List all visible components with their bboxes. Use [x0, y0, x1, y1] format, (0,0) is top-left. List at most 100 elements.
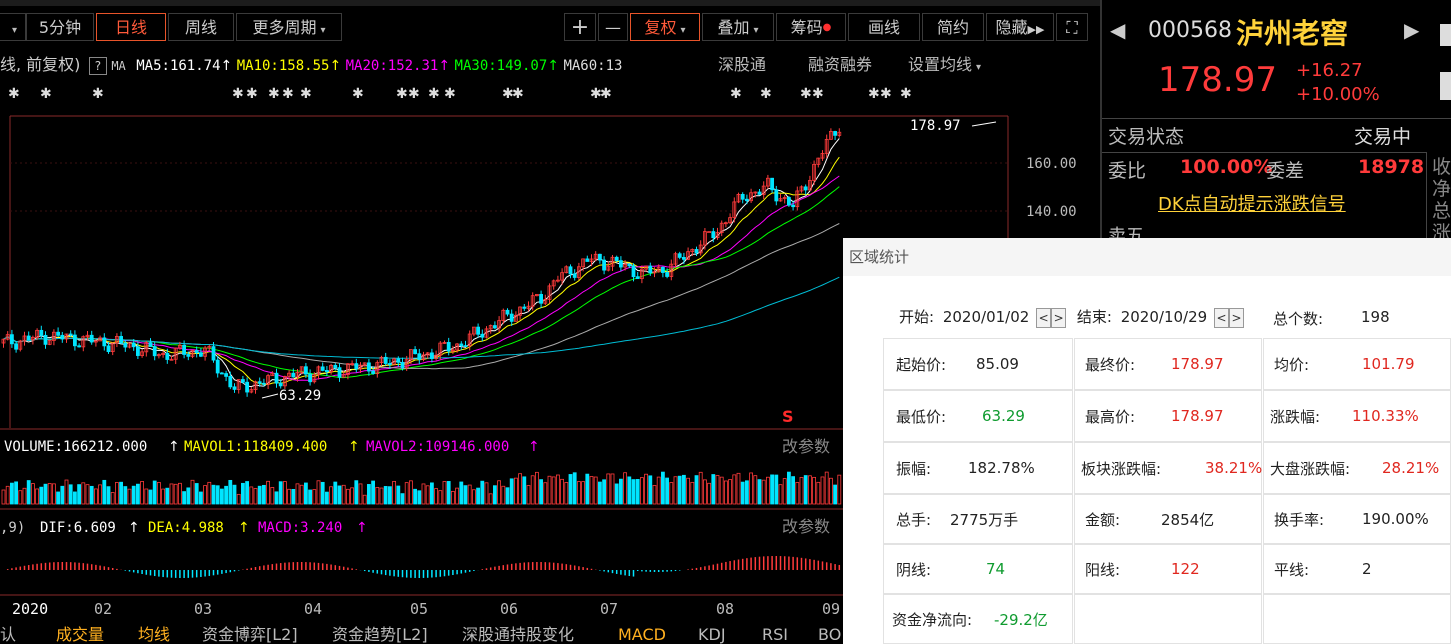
candle-body: [135, 346, 140, 356]
candle-body: [219, 372, 224, 375]
start-prev-button[interactable]: <: [1036, 307, 1052, 328]
candle-body: [400, 361, 405, 369]
volume-bar: [396, 485, 401, 505]
more-periods-dropdown[interactable]: 更多周期 ▾: [236, 13, 342, 41]
tab-hk-holdings[interactable]: 深股通持股变化: [462, 626, 574, 644]
tab-macd[interactable]: MACD: [618, 626, 666, 644]
x-label-03: 03: [194, 600, 212, 618]
next-stock-arrow-icon[interactable]: ▶: [1404, 18, 1419, 42]
volume-bar: [732, 474, 737, 505]
volume-bar: [644, 473, 648, 505]
simple-button[interactable]: 简约: [922, 13, 984, 41]
flat-value: 2: [1362, 560, 1372, 578]
tab-boll[interactable]: BO: [818, 626, 841, 644]
candle-body: [106, 345, 111, 353]
hide-button[interactable]: 隐藏▶▶: [986, 13, 1054, 41]
hk-connect-link[interactable]: 深股通: [718, 52, 766, 78]
volume-bar: [455, 487, 460, 505]
adjust-dropdown[interactable]: 复权 ▾: [630, 13, 700, 41]
candle-body: [568, 266, 573, 275]
start-next-button[interactable]: >: [1051, 307, 1067, 328]
help-icon[interactable]: ?: [88, 57, 107, 75]
candle-body: [614, 256, 619, 261]
volume-bar: [438, 490, 443, 505]
zoom-out-button[interactable]: —: [598, 13, 628, 41]
stat-open: 起始价: 85.09: [883, 338, 1073, 390]
prev-stock-arrow-icon[interactable]: ◀: [1110, 18, 1125, 42]
macd-param-button[interactable]: 改参数: [782, 517, 830, 536]
x-label-05: 05: [410, 600, 428, 618]
adjust-label: 复权: [644, 18, 677, 37]
zoom-in-button[interactable]: +: [564, 13, 596, 41]
end-prev-button[interactable]: <: [1213, 307, 1229, 328]
candle-body: [186, 354, 191, 357]
candle-body: [492, 325, 497, 329]
event-marker-icon: ✱: [880, 86, 892, 102]
chips-button[interactable]: 筹码●: [776, 13, 846, 41]
candle-body: [707, 231, 711, 233]
tab-fund-game[interactable]: 资金博弈[L2]: [202, 626, 298, 644]
side-tab[interactable]: [1440, 72, 1451, 100]
volume-bar: [673, 476, 678, 505]
volume-param-button[interactable]: 改参数: [782, 437, 830, 456]
trade-status-value: 交易中: [1354, 126, 1412, 148]
volume-bar: [203, 485, 208, 505]
volume-bar: [77, 484, 81, 505]
candle-body: [572, 273, 577, 278]
volume-bar: [753, 475, 758, 505]
tab-fund-trend[interactable]: 资金趋势[L2]: [332, 626, 428, 644]
end-date[interactable]: 2020/10/29: [1121, 308, 1207, 326]
stat-flat: 平线: 2: [1263, 544, 1451, 594]
event-marker-icon: ✱: [800, 86, 812, 102]
period-weekly-button[interactable]: 周线: [168, 13, 234, 41]
ma60-value: MA60:13: [563, 58, 623, 74]
up-arrow-icon: ↑: [238, 520, 250, 536]
ma-settings-dropdown[interactable]: 设置均线 ▾: [908, 52, 981, 78]
tab-rsi[interactable]: RSI: [762, 626, 788, 644]
volume-bar: [829, 477, 833, 505]
high-price-pointer: [971, 121, 997, 127]
candle-body: [152, 346, 157, 357]
dk-signal-link[interactable]: DK点自动提示涨跌信号: [1158, 190, 1346, 216]
volume-bar: [102, 479, 107, 505]
ma10-value: MA10:158.55: [236, 58, 330, 74]
volume-bar: [261, 484, 266, 505]
fullscreen-button[interactable]: ⛶: [1056, 13, 1088, 41]
candle-body: [774, 189, 779, 202]
tab-ma[interactable]: 均线: [138, 626, 170, 644]
tab-volume[interactable]: 成交量: [56, 626, 104, 644]
end-label: 结束:: [1076, 308, 1112, 326]
volume-bar: [18, 490, 23, 505]
end-next-button[interactable]: >: [1228, 307, 1244, 328]
trade-status-label: 交易状态: [1108, 126, 1185, 148]
volume-bar: [669, 482, 674, 505]
period-daily-button[interactable]: 日线: [96, 13, 166, 41]
period-5min-button[interactable]: 5分钟: [26, 13, 94, 41]
tab-confirm[interactable]: 认: [0, 626, 16, 644]
volume-bar: [68, 484, 73, 505]
dropdown-icon[interactable]: ▾: [0, 13, 26, 41]
mavol1-value: MAVOL1:118409.400: [184, 439, 327, 455]
volume-bar: [610, 473, 615, 505]
volume-bar: [665, 477, 669, 505]
margin-trading-link[interactable]: 融资融券: [808, 52, 872, 78]
volume-bar: [291, 488, 296, 505]
volume-bar: [312, 489, 317, 505]
side-tab[interactable]: [1440, 24, 1451, 46]
ma20-line: [3, 175, 840, 381]
volume-bar: [471, 489, 476, 505]
hide-label: 隐藏: [995, 18, 1028, 37]
volume-bar: [404, 482, 409, 505]
volume-bar: [81, 482, 86, 505]
volume-bar: [383, 486, 388, 505]
volume-bar: [299, 484, 304, 505]
tab-kdj[interactable]: KDJ: [698, 626, 726, 644]
divider: [1102, 118, 1451, 119]
overlay-dropdown[interactable]: 叠加 ▾: [702, 13, 774, 41]
volume-bar: [35, 488, 39, 505]
candle-body: [619, 260, 623, 268]
draw-line-button[interactable]: 画线: [848, 13, 920, 41]
ma-settings-label: 设置均线: [908, 55, 973, 74]
start-date[interactable]: 2020/01/02: [943, 308, 1029, 326]
volume-bar: [677, 475, 682, 505]
